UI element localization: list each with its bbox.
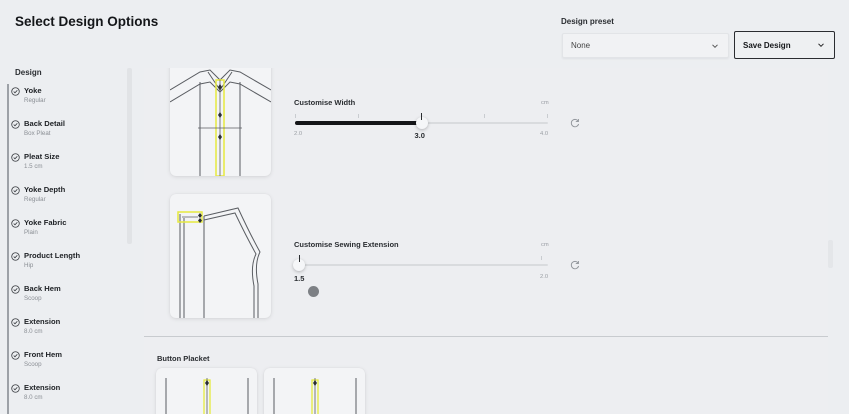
sidebar-item-extension[interactable]: Extension 8.0 cm bbox=[7, 315, 126, 348]
button-placket-option-card[interactable] bbox=[156, 368, 257, 414]
sidebar-item-name: Yoke Fabric bbox=[24, 218, 67, 227]
width-slider-thumb[interactable] bbox=[415, 113, 428, 129]
sidebar-item-name: Product Length bbox=[24, 251, 81, 260]
shirt-front-preview-card bbox=[170, 68, 271, 176]
chevron-down-icon bbox=[712, 43, 718, 48]
width-current-value: 3.0 bbox=[414, 131, 425, 140]
width-slider-tick bbox=[547, 114, 548, 118]
sidebar-item-value: Box Pleat bbox=[24, 130, 51, 137]
sewing-slider-thumb[interactable] bbox=[293, 255, 305, 271]
sidebar-item-name: Front Hem bbox=[24, 350, 62, 359]
chevron-down-icon bbox=[818, 43, 824, 48]
width-slider-tick bbox=[295, 114, 296, 118]
sewing-slider-track[interactable] bbox=[299, 264, 548, 266]
sidebar-title: Design bbox=[15, 68, 42, 77]
sidebar-item-yoke-fabric[interactable]: Yoke Fabric Plain bbox=[7, 216, 126, 249]
width-slider-tick bbox=[358, 114, 359, 118]
save-design-button[interactable]: Save Design bbox=[734, 31, 835, 59]
sewing-unit-label: cm bbox=[541, 242, 549, 248]
check-circle-icon bbox=[11, 285, 20, 294]
sidebar-item-back-detail[interactable]: Back Detail Box Pleat bbox=[7, 117, 126, 150]
sewing-indicator-dot bbox=[308, 286, 319, 297]
sidebar-item-product-length[interactable]: Product Length Hip bbox=[7, 249, 126, 282]
sidebar-item-front-hem[interactable]: Front Hem Scoop bbox=[7, 348, 126, 381]
sidebar-item-yoke[interactable]: Yoke Regular bbox=[7, 84, 126, 117]
design-preset-label: Design preset bbox=[561, 17, 614, 26]
sidebar-item-name: Back Detail bbox=[24, 119, 65, 128]
sidebar-item-value: Regular bbox=[24, 97, 46, 104]
design-preset-value: None bbox=[571, 41, 591, 50]
placket-option-illustration bbox=[165, 378, 249, 414]
sidebar-item-value: Regular bbox=[24, 196, 46, 203]
placket-option-illustration bbox=[273, 378, 357, 414]
sidebar-item-value: Scoop bbox=[24, 295, 42, 302]
sewing-slider-tick bbox=[541, 256, 542, 260]
check-circle-icon bbox=[11, 120, 20, 129]
sidebar-item-value: 8.0 cm bbox=[24, 394, 43, 401]
width-max-label: 4.0 bbox=[540, 131, 549, 137]
width-min-label: 2.0 bbox=[294, 131, 303, 137]
sidebar-item-pleat-size[interactable]: Pleat Size 1.5 cm bbox=[7, 150, 126, 183]
sidebar-item-name: Extension bbox=[24, 317, 61, 326]
sidebar-item-value: Plain bbox=[24, 229, 38, 236]
customise-sewing-extension-label: Customise Sewing Extension bbox=[294, 240, 399, 249]
sewing-current-value: 1.5 bbox=[294, 274, 305, 283]
check-circle-icon bbox=[11, 252, 20, 261]
check-circle-icon bbox=[11, 384, 20, 393]
shirt-front-illustration bbox=[170, 69, 271, 176]
sidebar-item-name: Back Hem bbox=[24, 284, 61, 293]
width-unit-label: cm bbox=[541, 100, 549, 106]
sidebar-item-value: Scoop bbox=[24, 361, 42, 368]
design-options-panel: Customise Width cm 2.0 4.0 3.0 Customise… bbox=[144, 68, 828, 414]
design-preset-select[interactable]: None bbox=[562, 33, 729, 58]
sewing-max-label: 2.0 bbox=[540, 274, 549, 280]
customise-width-label: Customise Width bbox=[294, 98, 356, 107]
button-placket-option-card[interactable] bbox=[264, 368, 365, 414]
sidebar-item-value: 1.5 cm bbox=[24, 163, 43, 170]
page-title: Select Design Options bbox=[15, 14, 159, 29]
sidebar-item-value: Hip bbox=[24, 262, 34, 269]
section-divider bbox=[144, 336, 828, 337]
sidebar-item-name: Yoke bbox=[24, 86, 42, 95]
check-circle-icon bbox=[11, 318, 20, 327]
main-scrollbar[interactable] bbox=[828, 240, 833, 268]
sidebar-item-value: 8.0 cm bbox=[24, 328, 43, 335]
sewing-extension-preview-card bbox=[170, 194, 271, 318]
sidebar-item-yoke-depth[interactable]: Yoke Depth Regular bbox=[7, 183, 126, 216]
check-circle-icon bbox=[11, 186, 20, 195]
sidebar-scrollbar[interactable] bbox=[127, 68, 132, 244]
check-circle-icon bbox=[11, 219, 20, 228]
width-slider-tick bbox=[484, 114, 485, 118]
width-slider-fill bbox=[295, 121, 422, 125]
reset-icon[interactable] bbox=[569, 117, 581, 129]
sidebar-item-back-hem[interactable]: Back Hem Scoop bbox=[7, 282, 126, 315]
check-circle-icon bbox=[11, 153, 20, 162]
reset-icon[interactable] bbox=[569, 259, 581, 271]
sidebar-item-name: Extension bbox=[24, 383, 61, 392]
button-placket-title: Button Placket bbox=[157, 354, 210, 363]
save-design-label: Save Design bbox=[743, 40, 791, 50]
sidebar-item-name: Pleat Size bbox=[24, 152, 60, 161]
sidebar-item-extension-front[interactable]: Extension 8.0 cm bbox=[7, 381, 126, 414]
sewing-pattern-illustration bbox=[177, 207, 261, 318]
check-circle-icon bbox=[11, 351, 20, 360]
sidebar-item-name: Yoke Depth bbox=[24, 185, 66, 194]
check-circle-icon bbox=[11, 87, 20, 96]
sidebar-list: Yoke Regular Back Detail Box Pleat Pleat… bbox=[7, 84, 126, 414]
